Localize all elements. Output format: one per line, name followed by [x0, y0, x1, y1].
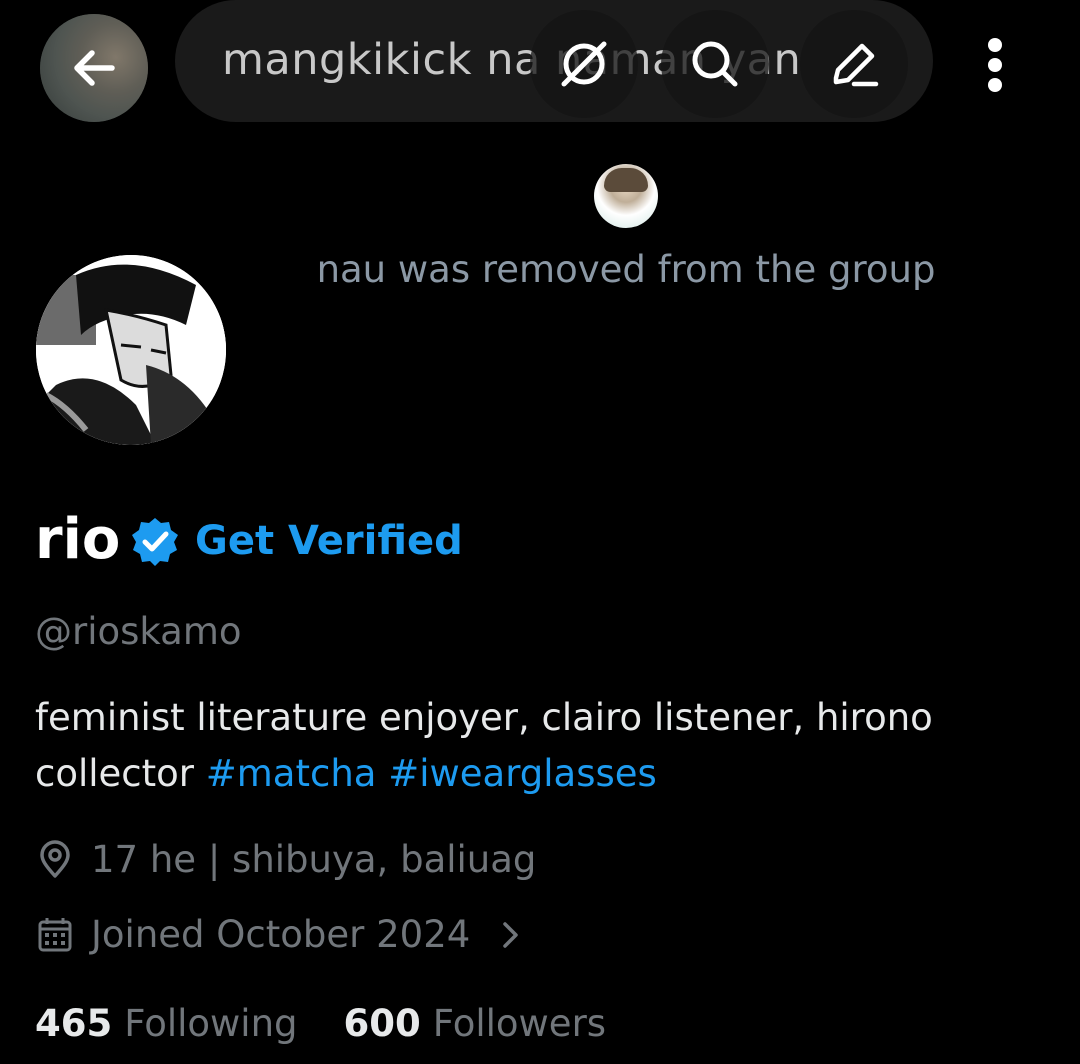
followers-count[interactable]: 600	[344, 1000, 421, 1048]
system-message-avatar	[594, 164, 658, 228]
following-count[interactable]: 465	[35, 1000, 112, 1048]
avatar-illustration	[36, 255, 226, 445]
edit-icon	[833, 43, 879, 87]
profile-name: rio	[35, 507, 121, 572]
search-icon	[692, 41, 738, 87]
location-pin-icon	[40, 840, 70, 878]
verified-badge-icon	[132, 518, 178, 566]
search-button[interactable]	[661, 10, 769, 118]
profile-location-row: 17 he | shibuya, baliuag	[35, 836, 536, 884]
more-vertical-icon	[988, 38, 1002, 52]
dm-conversation-screen: mangkikick na naman yan nau was removed	[0, 0, 1080, 1064]
more-dot	[988, 78, 1002, 92]
more-dot	[988, 58, 1002, 72]
calendar-icon	[38, 918, 72, 952]
profile-joined-date: Joined October 2024	[91, 913, 471, 956]
hashtag-link[interactable]: #matcha	[206, 752, 377, 795]
edit-button[interactable]	[800, 10, 908, 118]
back-button[interactable]	[40, 14, 148, 122]
profile-avatar[interactable]	[36, 255, 226, 445]
arrow-left-icon	[74, 50, 115, 86]
hashtag-link[interactable]: #iwearglasses	[388, 752, 657, 795]
chevron-right-icon	[503, 922, 519, 948]
profile-bio: feminist literature enjoyer, clairo list…	[35, 690, 1035, 802]
get-verified-link[interactable]: Get Verified	[195, 514, 463, 568]
profile-stats: 465 Following 600 Followers	[35, 1000, 652, 1048]
following-label[interactable]: Following	[124, 1000, 297, 1048]
notifications-off-icon	[561, 41, 607, 87]
unmute-button[interactable]	[530, 10, 638, 118]
followers-label[interactable]: Followers	[433, 1000, 606, 1048]
profile-handle: @rioskamo	[35, 610, 242, 653]
profile-joined-row[interactable]: Joined October 2024	[35, 911, 526, 959]
more-options-button[interactable]	[965, 30, 1025, 100]
profile-location: 17 he | shibuya, baliuag	[91, 838, 537, 881]
